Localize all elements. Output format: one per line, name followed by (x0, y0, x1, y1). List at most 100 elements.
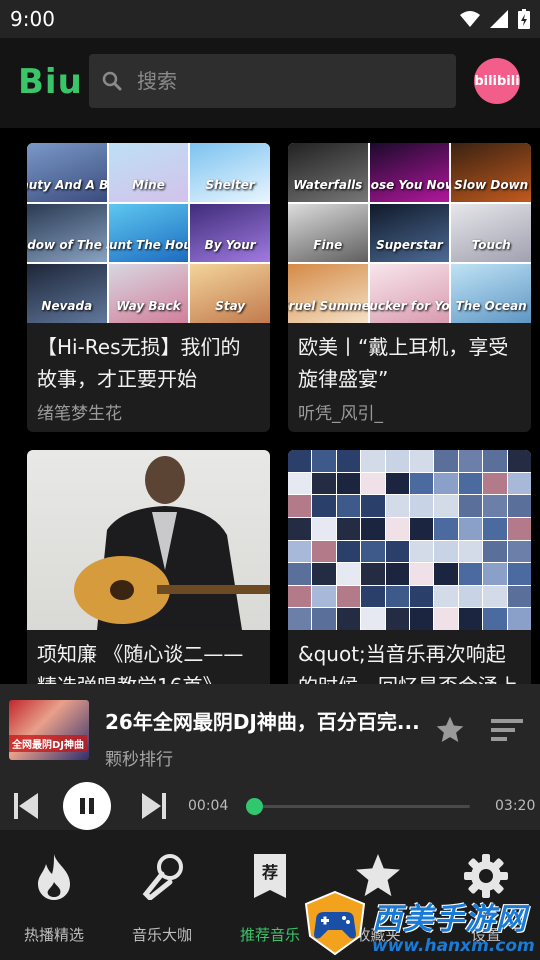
thumb-tile: Count The Hours (108, 203, 189, 263)
thumb-tile: Beauty And A Beat (27, 143, 107, 202)
collage-tile (361, 540, 385, 563)
collage-tile (361, 517, 385, 540)
collage-tile (483, 540, 507, 563)
collage-tile (336, 495, 361, 517)
collage-tile (434, 563, 458, 585)
collage-tile (361, 495, 385, 517)
progress-knob[interactable] (246, 798, 264, 815)
playlist-card[interactable]: Waterfalls Lose You Now Slow Down Fine S… (288, 143, 531, 432)
nav-item-hot[interactable]: 热播精选 (0, 830, 108, 960)
collage-tile (336, 563, 361, 585)
collage-tile (409, 585, 434, 608)
collage-tile (507, 517, 531, 540)
pause-button[interactable] (63, 782, 111, 830)
pause-icon (80, 798, 94, 814)
bilibili-logo-text: bilibili (474, 73, 520, 89)
collage-tile (458, 563, 483, 585)
collage-tile (434, 472, 458, 495)
svg-text:荐: 荐 (261, 863, 278, 882)
nav-item-artists[interactable]: 音乐大咖 (108, 830, 216, 960)
search-input[interactable] (135, 68, 439, 94)
card-author: 绪笔梦生花 (37, 404, 122, 424)
collage-tile (312, 495, 336, 517)
collage-tile (312, 563, 336, 585)
status-bar: 9:00 (0, 0, 540, 38)
status-icons (460, 9, 530, 29)
collage-tile (409, 563, 434, 585)
playlist-card[interactable]: 项知廉 《随心谈二——精选弹唱教学16首》 (27, 450, 270, 684)
collage-tile (434, 517, 458, 540)
collage-tile (458, 585, 483, 608)
collage-tile (288, 608, 312, 630)
card-thumbnail (288, 450, 531, 630)
search-bar[interactable] (89, 54, 456, 108)
thumb-tile: By Your (190, 203, 270, 263)
thumb-tile: Superstar (369, 203, 450, 263)
collage-tile (361, 563, 385, 585)
collage-tile (385, 472, 409, 495)
collage-tile (361, 608, 385, 630)
collage-tile (336, 517, 361, 540)
gamepad-logo-icon (304, 890, 366, 956)
thumb-tile: Shadow of The Sun (27, 203, 107, 263)
mini-player[interactable]: 全网最阴DJ神曲 26年全网最阴DJ神曲，百分百完... 颗秒排行 00:04 … (0, 684, 540, 830)
card-thumbnail: Waterfalls Lose You Now Slow Down Fine S… (288, 143, 531, 323)
collage-tile (434, 450, 458, 472)
favorite-star-icon[interactable] (434, 714, 466, 746)
collage-tile (458, 540, 483, 563)
app-logo: Biu (18, 62, 83, 102)
collage-tile (483, 585, 507, 608)
collage-tile (288, 585, 312, 608)
collage-tile (361, 585, 385, 608)
playlist-card[interactable]: Beauty And A Beat Mine Shelter Shadow of… (27, 143, 270, 432)
playlist-queue-icon[interactable] (491, 718, 523, 742)
flame-icon (38, 854, 70, 900)
collage-tile (458, 472, 483, 495)
now-playing-cover[interactable]: 全网最阴DJ神曲 (9, 700, 89, 760)
signal-icon (490, 10, 508, 28)
collage-tile (336, 540, 361, 563)
bilibili-avatar[interactable]: bilibili (474, 58, 520, 104)
collage-tile (385, 540, 409, 563)
thumb-tile: Cruel Summer (288, 264, 368, 323)
thumb-tile: Nevada (27, 264, 107, 323)
card-title: &quot;当音乐再次响起的时候，回忆是否会涌上 (298, 642, 518, 684)
collage-tile (336, 472, 361, 495)
collage-tile (336, 585, 361, 608)
collage-tile (385, 563, 409, 585)
playlist-card[interactable]: &quot;当音乐再次响起的时候，回忆是否会涌上 (288, 450, 531, 684)
card-title: 欧美丨“戴上耳机，享受旋律盛宴” (298, 335, 509, 391)
collage-tile (312, 517, 336, 540)
collage-tile (434, 540, 458, 563)
app-header: Biu bilibili (0, 38, 540, 128)
collage-tile (385, 585, 409, 608)
previous-track-icon[interactable] (14, 792, 40, 820)
progress-track[interactable] (250, 805, 470, 808)
collage-tile (288, 517, 312, 540)
watermark-url: www.hanxm.com (372, 936, 535, 956)
collage-tile (409, 450, 434, 472)
collage-tile (409, 472, 434, 495)
collage-tile (288, 472, 312, 495)
collage-tile (483, 517, 507, 540)
collage-tile (483, 472, 507, 495)
playlist-grid: Beauty And A Beat Mine Shelter Shadow of… (0, 128, 540, 684)
collage-tile (312, 450, 336, 472)
current-time: 00:04 (188, 798, 229, 814)
collage-tile (361, 450, 385, 472)
collage-tile (458, 517, 483, 540)
card-thumbnail: Beauty And A Beat Mine Shelter Shadow of… (27, 143, 270, 323)
thumb-tile: Slow Down (451, 143, 531, 202)
collage-tile (288, 495, 312, 517)
watermark-text: 西美手游网 (372, 902, 527, 937)
collage-tile (483, 495, 507, 517)
nav-label: 音乐大咖 (131, 926, 192, 944)
thumb-tile: The Ocean (451, 264, 531, 323)
collage-tile (385, 450, 409, 472)
collage-tile (483, 563, 507, 585)
collage-tile (312, 585, 336, 608)
collage-tile (507, 472, 531, 495)
thumb-tile: Lose You Now (369, 143, 450, 202)
next-track-icon[interactable] (140, 792, 166, 820)
thumb-tile: Fine (288, 203, 368, 263)
